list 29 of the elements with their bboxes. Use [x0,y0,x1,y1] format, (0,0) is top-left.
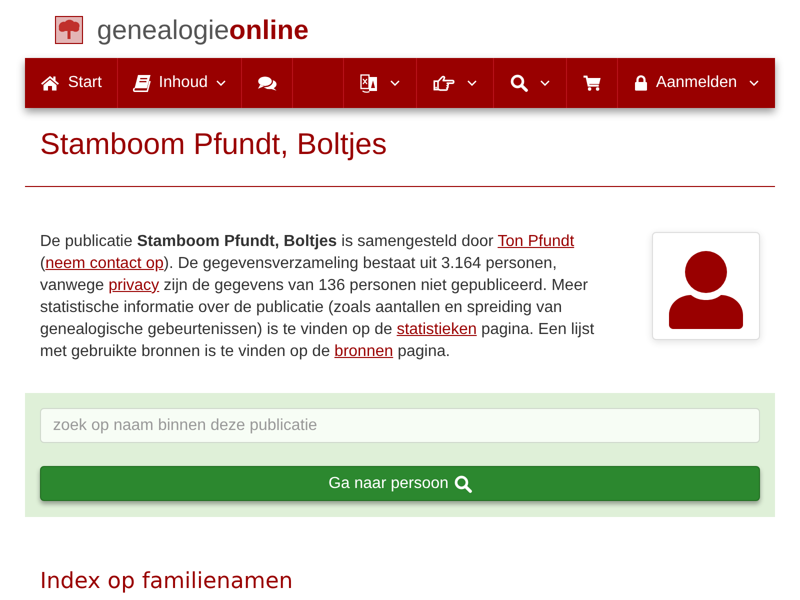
caret-icon [749,80,759,86]
text-link[interactable]: bronnen [334,343,394,360]
tree-logo-icon[interactable] [55,16,83,44]
caret-icon [467,80,478,86]
caret-icon [390,80,400,86]
shopping-cart-icon [583,75,602,91]
text-link[interactable]: statistieken [396,321,477,338]
intro-paragraph: De publicatie Stamboom Pfundt, Boltjes is samengesteld door Ton Pfundt (neem contact op). De gegevensverzameling bestaat uit 3.164 personen, vanwege privacy zijn de gegevens van 136 personen niet gepubliceerd. Meer statistische informatie over de publicatie (zoals aantallen en spreiding van genealogische gebeurtenissen) is te vinden op de statistieken pagina. Een lijst met gebruikte bronnen is te vinden op de bronnen pagina. [40,232,596,362]
search-icon [454,474,472,492]
page-title: Stamboom Pfundt, Boltjes [40,128,387,161]
site-logo-text[interactable]: genealogieonline [97,14,309,46]
lock-icon [634,75,648,91]
caret-icon [216,80,226,86]
speech-bubbles-icon [256,75,277,91]
nav-link[interactable]: Aanmelden [617,58,775,108]
text-link[interactable]: Ton Pfundt [498,233,574,250]
book-icon [132,74,151,92]
nav-link[interactable]: Inhoud [118,58,242,108]
translate-icon [360,73,378,93]
nav-link[interactable]: Start [25,58,118,108]
caret-icon [540,80,550,86]
text-link[interactable]: privacy [108,277,160,294]
pointing-hand-icon [433,75,456,91]
search-icon [510,74,528,92]
text-link[interactable]: neem contact op [45,255,164,272]
section-heading: Index op familienamen [40,568,293,596]
person-search-field[interactable]: zoek op naam binnen deze publicatie [40,408,760,443]
home-icon [40,75,60,91]
go-to-person-button[interactable]: Ga naar persoon [40,466,760,501]
